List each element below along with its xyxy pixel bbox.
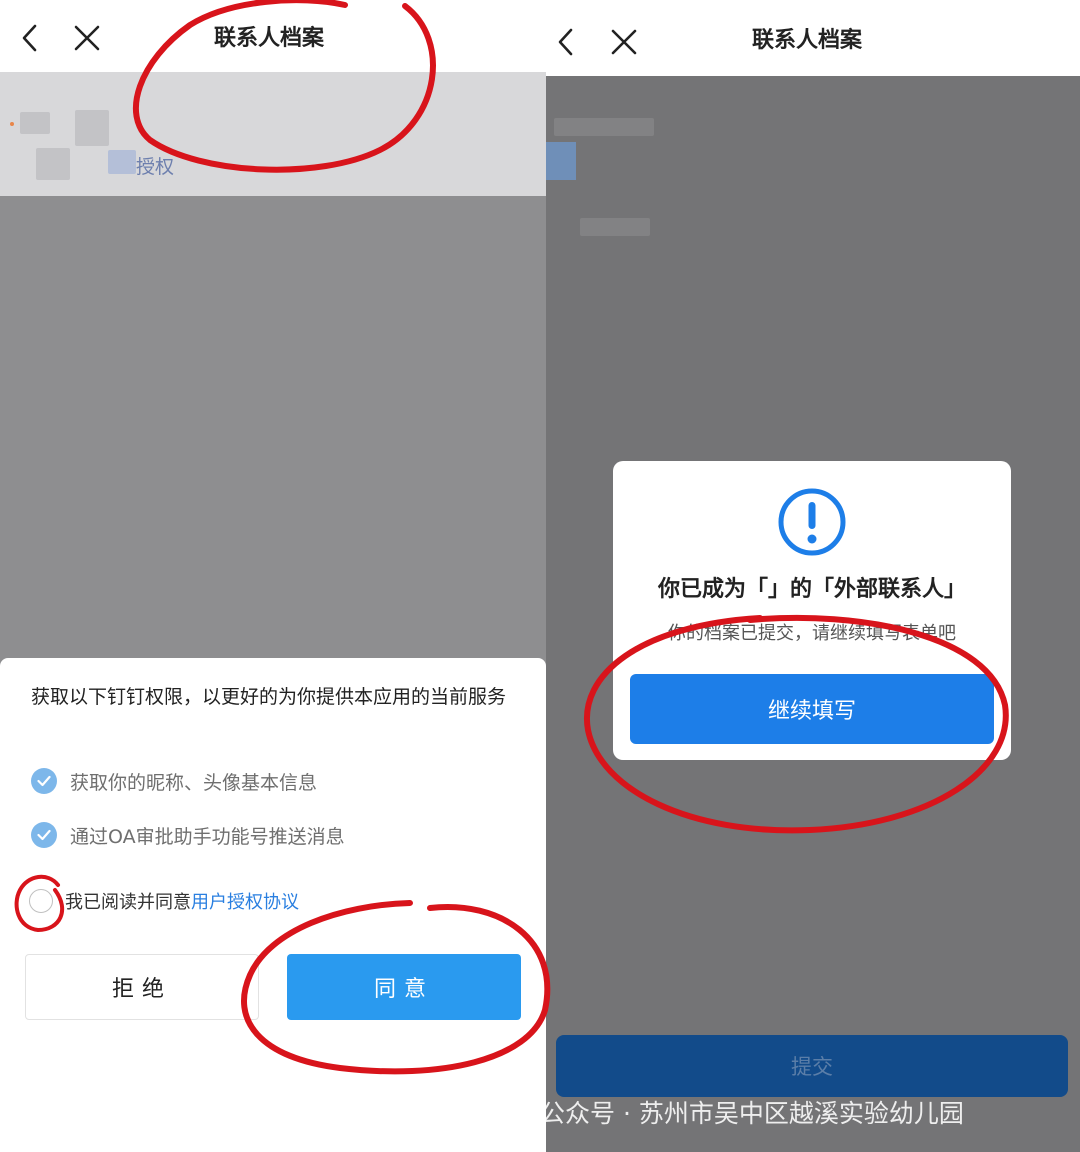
nav-bar: 联系人档案: [0, 0, 546, 72]
close-icon: [74, 25, 100, 51]
reject-button[interactable]: 拒绝: [25, 954, 259, 1020]
blurred-link[interactable]: 授权: [136, 152, 174, 179]
dialog-title: 你已成为「」的「外部联系人」: [657, 577, 966, 602]
blurred-block: [36, 148, 70, 180]
blurred-block: [554, 118, 654, 136]
permission-item: 获取你的昵称、头像基本信息: [31, 766, 317, 796]
check-icon: [31, 768, 57, 794]
blurred-block: [75, 110, 109, 146]
status-dot: [10, 122, 14, 126]
sheet-heading: 获取以下钉钉权限，以更好的为你提供本应用的当前服务: [31, 686, 507, 708]
blurred-block: [108, 150, 136, 174]
agree-checkbox[interactable]: [29, 889, 53, 913]
external-contact-dialog: 你已成为「」的「外部联系人」 你的档案已提交，请继续填写表单吧 继续填写: [613, 461, 1011, 760]
left-screen: 联系人档案 授权 获取以下钉钉权限，以更好的为你提供本应用的当前服务 获取你的昵…: [0, 0, 546, 1152]
agreement-row: 我已阅读并同意 用户授权协议: [29, 886, 299, 916]
watermark-text: 公众号 · 苏州市吴中区越溪实验幼儿园: [540, 1099, 964, 1128]
back-button[interactable]: [12, 20, 48, 56]
close-icon: [611, 29, 637, 55]
blurred-block: [580, 218, 650, 236]
chevron-left-icon: [22, 24, 37, 52]
nav-bar: 联系人档案: [546, 0, 1080, 76]
right-screen: 联系人档案 提交 你已成为「」的「外部联系人」 你的档案已提交，请继续填写表单吧…: [546, 0, 1080, 1152]
permission-item: 通过OA审批助手功能号推送消息: [31, 820, 345, 850]
continue-button[interactable]: 继续填写: [630, 674, 994, 744]
blurred-block: [20, 112, 50, 134]
permission-sheet: 获取以下钉钉权限，以更好的为你提供本应用的当前服务 获取你的昵称、头像基本信息 …: [0, 658, 546, 1152]
wechat-icon: [491, 1097, 528, 1126]
permission-label: 通过OA审批助手功能号推送消息: [70, 825, 345, 848]
blurred-header: 授权: [0, 72, 546, 196]
agreement-text: 我已阅读并同意: [65, 892, 191, 913]
close-button[interactable]: [69, 20, 105, 56]
permission-label: 获取你的昵称、头像基本信息: [70, 771, 318, 794]
chevron-left-icon: [558, 28, 573, 56]
blurred-block: [546, 142, 576, 180]
alert-circle-icon: [778, 488, 846, 556]
page-title: 联系人档案: [752, 28, 863, 53]
page-title: 联系人档案: [214, 26, 325, 51]
check-icon: [31, 822, 57, 848]
dialog-subtitle: 你的档案已提交，请继续填写表单吧: [668, 623, 956, 644]
submit-button[interactable]: 提交: [556, 1035, 1068, 1097]
agree-button[interactable]: 同意: [287, 954, 521, 1020]
close-button[interactable]: [606, 24, 642, 60]
agreement-link[interactable]: 用户授权协议: [191, 888, 299, 914]
watermark: 公众号 · 苏州市吴中区越溪实验幼儿园: [490, 1092, 964, 1132]
back-button[interactable]: [548, 24, 584, 60]
